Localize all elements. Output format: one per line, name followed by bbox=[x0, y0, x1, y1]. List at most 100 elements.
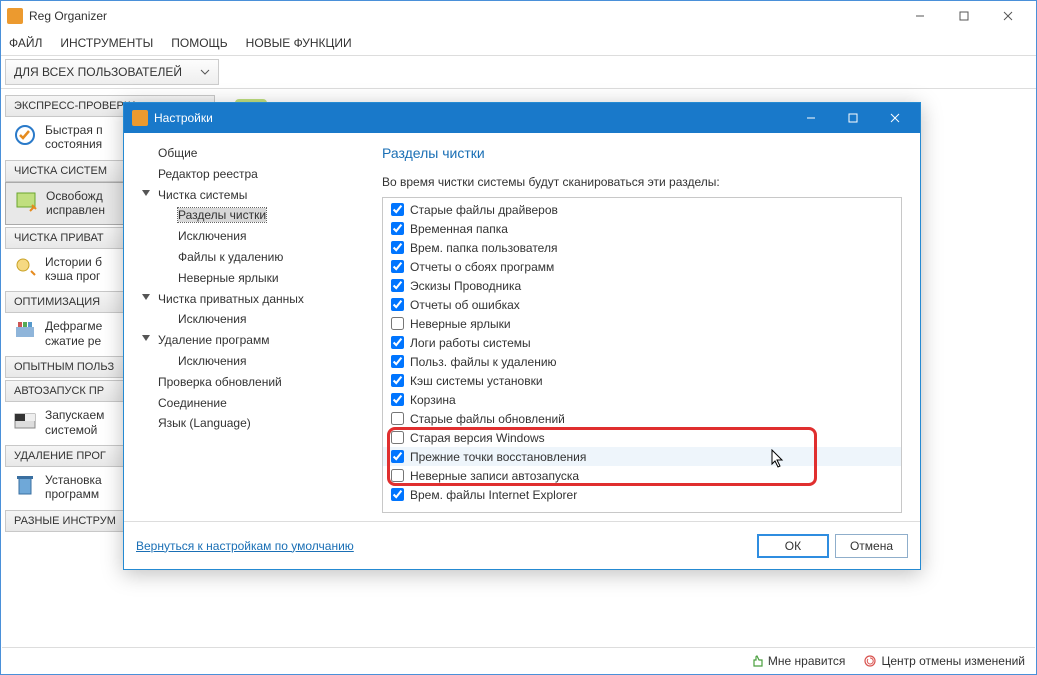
checklist-checkbox-0[interactable] bbox=[391, 203, 404, 216]
tree-item-label: Редактор реестра bbox=[158, 167, 258, 181]
checklist-label: Временная папка bbox=[410, 222, 508, 236]
checklist-row-15[interactable]: Врем. файлы Internet Explorer bbox=[383, 485, 901, 504]
checklist-checkbox-8[interactable] bbox=[391, 355, 404, 368]
settings-content: Разделы чистки Во время чистки системы б… bbox=[372, 133, 920, 521]
checklist[interactable]: Старые файлы драйверов Временная папка Вре… bbox=[383, 198, 901, 512]
main-menu: ФАЙЛ ИНСТРУМЕНТЫ ПОМОЩЬ НОВЫЕ ФУНКЦИИ bbox=[1, 31, 1036, 55]
checklist-row-9[interactable]: Кэш системы установки bbox=[383, 371, 901, 390]
checklist-row-12[interactable]: Старая версия Windows bbox=[383, 428, 901, 447]
checklist-label: Кэш системы установки bbox=[410, 374, 543, 388]
tree-item-label: Файлы к удалению bbox=[178, 250, 283, 264]
sidebar-item-label: Освобождисправлен bbox=[46, 189, 105, 218]
settings-tree: Общие Редактор реестра Чистка системы Разде… bbox=[124, 133, 372, 521]
menu-item-2[interactable]: ПОМОЩЬ bbox=[171, 36, 227, 50]
checklist-row-14[interactable]: Неверные записи автозапуска bbox=[383, 466, 901, 485]
checklist-label: Старая версия Windows bbox=[410, 431, 545, 445]
minimize-button[interactable] bbox=[898, 2, 942, 30]
maximize-button[interactable] bbox=[942, 2, 986, 30]
tree-item-label: Чистка приватных данных bbox=[158, 292, 304, 306]
menu-item-1[interactable]: ИНСТРУМЕНТЫ bbox=[60, 36, 153, 50]
dialog-minimize-button[interactable] bbox=[790, 104, 832, 132]
tree-item-label: Исключения bbox=[178, 312, 247, 326]
checklist-label: Неверные ярлыки bbox=[410, 317, 511, 331]
checklist-checkbox-14[interactable] bbox=[391, 469, 404, 482]
tree-item-12[interactable]: Соединение bbox=[130, 393, 366, 414]
dialog-close-button[interactable] bbox=[874, 104, 916, 132]
checklist-row-4[interactable]: Эскизы Проводника bbox=[383, 276, 901, 295]
checklist-checkbox-1[interactable] bbox=[391, 222, 404, 235]
checklist-checkbox-12[interactable] bbox=[391, 431, 404, 444]
user-scope-dropdown[interactable]: ДЛЯ ВСЕХ ПОЛЬЗОВАТЕЛЕЙ bbox=[5, 59, 219, 85]
tree-item-5[interactable]: Файлы к удалению bbox=[130, 247, 366, 268]
checklist-label: Корзина bbox=[410, 393, 456, 407]
tree-item-7[interactable]: Чистка приватных данных bbox=[130, 289, 366, 310]
checklist-label: Врем. файлы Internet Explorer bbox=[410, 488, 577, 502]
checklist-checkbox-4[interactable] bbox=[391, 279, 404, 292]
sidebar-item-icon bbox=[13, 255, 37, 279]
sidebar-item-label: Истории бкэша прог bbox=[45, 255, 102, 284]
tree-item-3[interactable]: Разделы чистки bbox=[130, 205, 366, 226]
tree-item-1[interactable]: Редактор реестра bbox=[130, 164, 366, 185]
menu-item-0[interactable]: ФАЙЛ bbox=[9, 36, 42, 50]
checklist-row-10[interactable]: Корзина bbox=[383, 390, 901, 409]
tree-item-4[interactable]: Исключения bbox=[130, 226, 366, 247]
checklist-checkbox-5[interactable] bbox=[391, 298, 404, 311]
checklist-row-11[interactable]: Старые файлы обновлений bbox=[383, 409, 901, 428]
checklist-checkbox-2[interactable] bbox=[391, 241, 404, 254]
like-button[interactable]: Мне нравится bbox=[750, 654, 846, 668]
tree-item-9[interactable]: Удаление программ bbox=[130, 330, 366, 351]
checklist-row-8[interactable]: Польз. файлы к удалению bbox=[383, 352, 901, 371]
tree-item-label: Исключения bbox=[178, 354, 247, 368]
tree-item-10[interactable]: Исключения bbox=[130, 351, 366, 372]
sidebar-item-icon bbox=[13, 123, 37, 147]
tree-item-label: Неверные ярлыки bbox=[178, 271, 279, 285]
panel-description: Во время чистки системы будут сканироват… bbox=[382, 175, 902, 189]
checklist-checkbox-3[interactable] bbox=[391, 260, 404, 273]
checklist-row-1[interactable]: Временная папка bbox=[383, 219, 901, 238]
checklist-row-0[interactable]: Старые файлы драйверов bbox=[383, 200, 901, 219]
close-button[interactable] bbox=[986, 2, 1030, 30]
checklist-checkbox-9[interactable] bbox=[391, 374, 404, 387]
checklist-label: Польз. файлы к удалению bbox=[410, 355, 557, 369]
dialog-icon bbox=[132, 110, 148, 126]
tree-item-8[interactable]: Исключения bbox=[130, 309, 366, 330]
checklist-row-7[interactable]: Логи работы системы bbox=[383, 333, 901, 352]
checklist-label: Отчеты о сбоях программ bbox=[410, 260, 554, 274]
sidebar-item-label: Быстрая псостояния bbox=[45, 123, 103, 152]
checklist-checkbox-11[interactable] bbox=[391, 412, 404, 425]
tree-item-13[interactable]: Язык (Language) bbox=[130, 413, 366, 434]
tree-item-0[interactable]: Общие bbox=[130, 143, 366, 164]
tree-item-11[interactable]: Проверка обновлений bbox=[130, 372, 366, 393]
reset-defaults-link[interactable]: Вернуться к настройкам по умолчанию bbox=[136, 539, 354, 553]
checklist-checkbox-13[interactable] bbox=[391, 450, 404, 463]
checklist-checkbox-6[interactable] bbox=[391, 317, 404, 330]
dialog-maximize-button[interactable] bbox=[832, 104, 874, 132]
toolbar: ДЛЯ ВСЕХ ПОЛЬЗОВАТЕЛЕЙ bbox=[1, 55, 1036, 89]
undo-center-button[interactable]: Центр отмены изменений bbox=[863, 654, 1025, 668]
checklist-checkbox-10[interactable] bbox=[391, 393, 404, 406]
checklist-label: Прежние точки восстановления bbox=[410, 450, 586, 464]
sidebar-item-icon bbox=[14, 189, 38, 213]
checklist-label: Неверные записи автозапуска bbox=[410, 469, 579, 483]
checklist-row-13[interactable]: Прежние точки восстановления bbox=[383, 447, 901, 466]
checklist-label: Врем. папка пользователя bbox=[410, 241, 557, 255]
tree-item-6[interactable]: Неверные ярлыки bbox=[130, 268, 366, 289]
checklist-row-2[interactable]: Врем. папка пользователя bbox=[383, 238, 901, 257]
ok-button[interactable]: ОК bbox=[757, 534, 829, 558]
checklist-row-6[interactable]: Неверные ярлыки bbox=[383, 314, 901, 333]
checklist-row-5[interactable]: Отчеты об ошибках bbox=[383, 295, 901, 314]
checklist-row-3[interactable]: Отчеты о сбоях программ bbox=[383, 257, 901, 276]
tree-item-label: Язык (Language) bbox=[158, 416, 251, 430]
tree-item-label: Чистка системы bbox=[158, 188, 247, 202]
checklist-label: Эскизы Проводника bbox=[410, 279, 521, 293]
checklist-checkbox-7[interactable] bbox=[391, 336, 404, 349]
dialog-titlebar[interactable]: Настройки bbox=[124, 103, 920, 133]
tree-item-2[interactable]: Чистка системы bbox=[130, 185, 366, 206]
like-label: Мне нравится bbox=[768, 654, 846, 668]
checklist-checkbox-15[interactable] bbox=[391, 488, 404, 501]
user-scope-label: ДЛЯ ВСЕХ ПОЛЬЗОВАТЕЛЕЙ bbox=[14, 65, 182, 79]
cancel-button[interactable]: Отмена bbox=[835, 534, 908, 558]
checklist-label: Старые файлы драйверов bbox=[410, 203, 558, 217]
menu-item-3[interactable]: НОВЫЕ ФУНКЦИИ bbox=[246, 36, 352, 50]
dialog-title: Настройки bbox=[154, 111, 790, 125]
